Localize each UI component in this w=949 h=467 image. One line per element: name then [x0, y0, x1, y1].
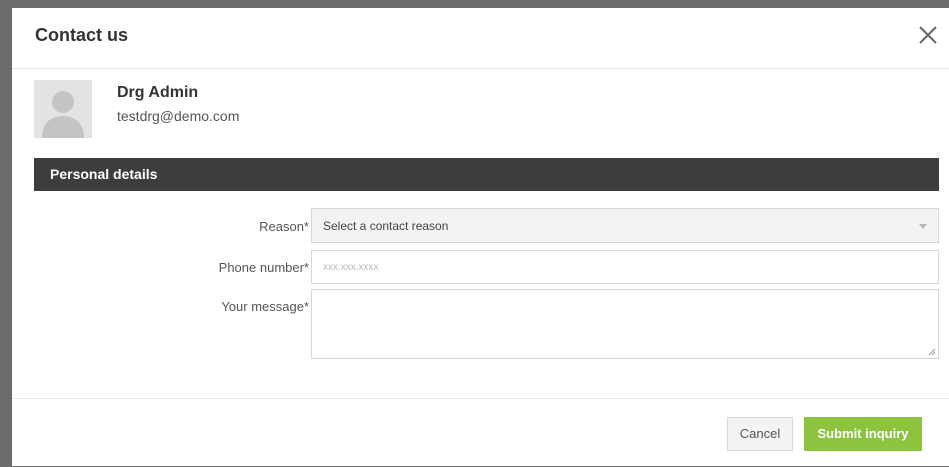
user-name: Drg Admin: [117, 84, 199, 101]
submit-inquiry-button[interactable]: Submit inquiry: [804, 417, 922, 451]
reason-select[interactable]: Select a contact reason: [311, 208, 939, 243]
message-label: Your message*: [221, 299, 309, 314]
message-textarea[interactable]: [311, 289, 939, 359]
cancel-button[interactable]: Cancel: [727, 417, 793, 451]
phone-input[interactable]: [311, 250, 939, 284]
reason-label: Reason*: [259, 219, 309, 234]
chevron-down-icon: [919, 224, 927, 229]
phone-label: Phone number*: [218, 260, 309, 275]
reason-select-value: Select a contact reason: [323, 219, 449, 233]
resize-handle-icon[interactable]: [928, 348, 936, 356]
close-icon[interactable]: [917, 24, 939, 46]
user-avatar-icon: [34, 80, 92, 138]
user-email: testdrg@demo.com: [117, 108, 240, 124]
modal-header: Contact us: [12, 8, 949, 69]
section-header-personal-details: Personal details: [34, 158, 939, 191]
modal-footer: Cancel Submit inquiry: [12, 398, 949, 467]
contact-modal: Contact us Drg Admin testdrg@demo.com Pe…: [12, 8, 949, 466]
modal-title: Contact us: [35, 25, 129, 45]
